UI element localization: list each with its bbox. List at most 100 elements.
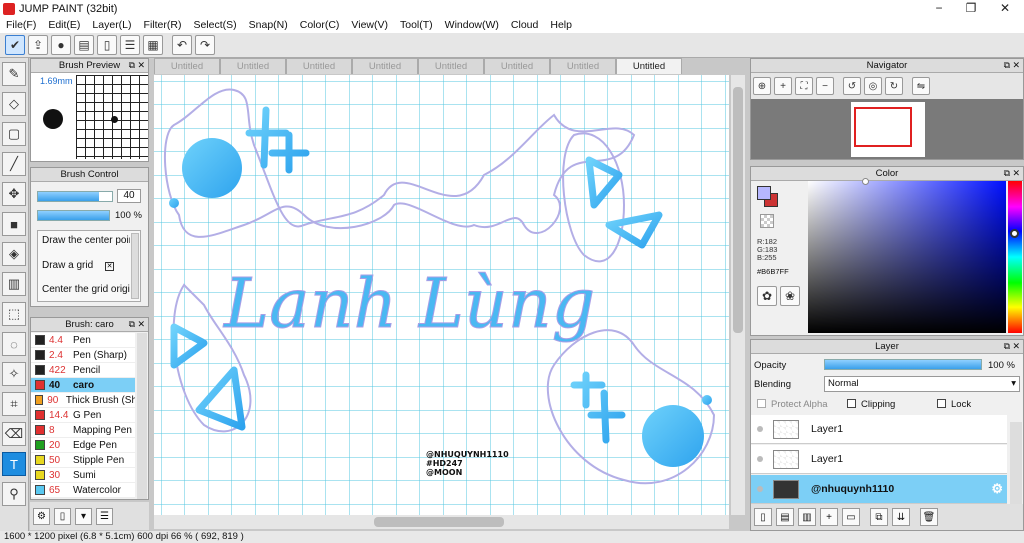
brush-list-item[interactable]: 4.4 Pen [31,333,135,348]
saturation-value-picker[interactable] [808,178,1006,333]
menu-color[interactable]: Color(C) [294,19,346,31]
bucket-tool-icon[interactable]: ◈ [2,242,26,266]
brush-list-item[interactable]: 50 Stipple Pen [31,453,135,468]
chat-icon[interactable]: ▤ [74,35,94,55]
brush-list-item[interactable]: 40 caro [31,378,135,393]
float-icon[interactable]: ⧉ [129,59,135,72]
menu-filter[interactable]: Filter(R) [138,19,188,31]
brush-list-item[interactable]: 2.4 Pen (Sharp) [31,348,135,363]
menu-layer[interactable]: Layer(L) [86,19,137,31]
options-scrollbar[interactable] [131,233,139,299]
menu-tool[interactable]: Tool(T) [394,19,439,31]
gradient-tool-icon[interactable]: ▥ [2,272,26,296]
menu-view[interactable]: View(V) [345,19,394,31]
brush-size-slider[interactable] [37,191,113,202]
merge-layer-icon[interactable]: ⇊ [892,508,910,526]
blending-select[interactable]: Normal ▾ [824,376,1020,392]
layer-scrollbar[interactable] [1010,422,1022,510]
float-icon[interactable]: ⧉ [1004,59,1010,72]
undo-icon[interactable]: ↶ [172,35,192,55]
grid-page-icon[interactable]: ▦ [143,35,163,55]
drawing-canvas[interactable]: Lanh Lùng @NHUQUYNH1110 #HD247 @MOON [154,75,729,515]
text-tool-icon[interactable]: T [2,452,26,476]
brush-list-item[interactable]: 90 Thick Brush (Sharp) [31,393,135,408]
brush-size-input[interactable]: 40 [117,189,141,203]
move-tool-icon[interactable]: ✥ [2,182,26,206]
fill-rect-tool-icon[interactable]: ■ [2,212,26,236]
viewport-rect[interactable] [854,107,912,147]
lock-checkbox[interactable] [937,399,946,408]
brush-list-item[interactable]: 8 Mapping Pen [31,423,135,438]
new-layer-1bit-icon[interactable]: ▥ [798,508,816,526]
minimize-icon[interactable]: − [924,0,954,17]
float-icon[interactable]: ⧉ [1004,167,1010,180]
tab-untitled[interactable]: Untitled [550,58,616,74]
menu-help[interactable]: Help [544,19,578,31]
brush-settings-icon[interactable]: ☰ [96,507,113,525]
reset-rotation-icon[interactable]: ◎ [864,77,882,95]
zoom-out-icon[interactable]: − [816,77,834,95]
protect-alpha-option[interactable]: Protect Alpha [757,399,828,410]
clipping-checkbox[interactable] [847,399,856,408]
layer-row[interactable]: Layer1 [751,445,1007,474]
trash-icon[interactable]: 🗑 [920,508,938,526]
draw-grid-checkbox[interactable]: ✕ [105,262,114,271]
panel-close-icon[interactable]: ✕ [1012,59,1020,72]
transparent-swatch[interactable] [760,214,774,228]
share-icon[interactable]: ⇪ [28,35,48,55]
navigator-view[interactable] [751,99,1023,159]
brush-list-item[interactable]: 20 Edge Pen [31,438,135,453]
fit-icon[interactable]: ⛶ [795,77,813,95]
comment-icon[interactable]: ● [51,35,71,55]
lasso-select-icon[interactable]: ◌ [2,332,26,356]
brush-list-scrollbar[interactable] [137,333,147,499]
panel-close-icon[interactable]: ✕ [1012,340,1020,353]
tab-untitled[interactable]: Untitled [220,58,286,74]
scroll-thumb[interactable] [733,87,743,333]
menu-snap[interactable]: Snap(N) [243,19,294,31]
menu-edit[interactable]: Edit(E) [42,19,86,31]
panel-close-icon[interactable]: ✕ [137,318,145,331]
float-icon[interactable]: ⧉ [129,318,135,331]
menu-cloud[interactable]: Cloud [505,19,544,31]
flip-icon[interactable]: ⇋ [912,77,930,95]
tab-untitled[interactable]: Untitled [352,58,418,74]
page-icon[interactable]: ▯ [97,35,117,55]
rect-select-icon[interactable]: ⬚ [2,302,26,326]
hue-slider[interactable] [1008,181,1022,333]
main-color-swatch[interactable] [757,186,771,200]
menu-window[interactable]: Window(W) [439,19,505,31]
option-draw-grid[interactable]: Draw a grid [42,260,102,271]
brush-menu-icon[interactable]: ▾ [75,507,92,525]
tab-untitled[interactable]: Untitled [484,58,550,74]
canvas-horizontal-scrollbar[interactable] [154,515,729,529]
gear-icon[interactable]: ⚙ [33,507,50,525]
eyedropper-tool-icon[interactable]: ⚲ [2,482,26,506]
select-icon[interactable]: ✔ [5,35,25,55]
new-brush-icon[interactable]: ▯ [54,507,71,525]
sv-cursor[interactable] [862,178,869,185]
maximize-icon[interactable]: ❐ [956,0,986,17]
clipping-option[interactable]: Clipping [847,399,895,410]
brush-list-item[interactable]: 30 Sumi [31,468,135,483]
brush-list-item[interactable]: 14.4 G Pen [31,408,135,423]
menu-file[interactable]: File(F) [0,19,42,31]
tab-untitled-active[interactable]: Untitled [616,58,682,74]
line-tool-icon[interactable]: ╱ [2,152,26,176]
scroll-thumb[interactable] [374,517,504,527]
redo-icon[interactable]: ↷ [195,35,215,55]
layer-row-selected[interactable]: @nhuquynh1110 ⚙ [751,475,1007,504]
zoom-reset-icon[interactable]: ⊕ [753,77,771,95]
new-layer-icon[interactable]: ▯ [754,508,772,526]
magic-wand-icon[interactable]: ✧ [2,362,26,386]
rectangle-tool-icon[interactable]: ▢ [2,122,26,146]
rotate-right-icon[interactable]: ↻ [885,77,903,95]
panel-close-icon[interactable]: ✕ [137,59,145,72]
protect-alpha-checkbox[interactable] [757,399,766,408]
canvas-vertical-scrollbar[interactable] [731,75,745,515]
duplicate-layer-icon[interactable]: ⧉ [870,508,888,526]
palette-add-icon[interactable]: ❀ [780,286,800,306]
hue-cursor[interactable] [1010,229,1019,238]
brush-list-item[interactable]: 65 Watercolor [31,483,135,498]
visibility-icon[interactable] [757,486,763,492]
